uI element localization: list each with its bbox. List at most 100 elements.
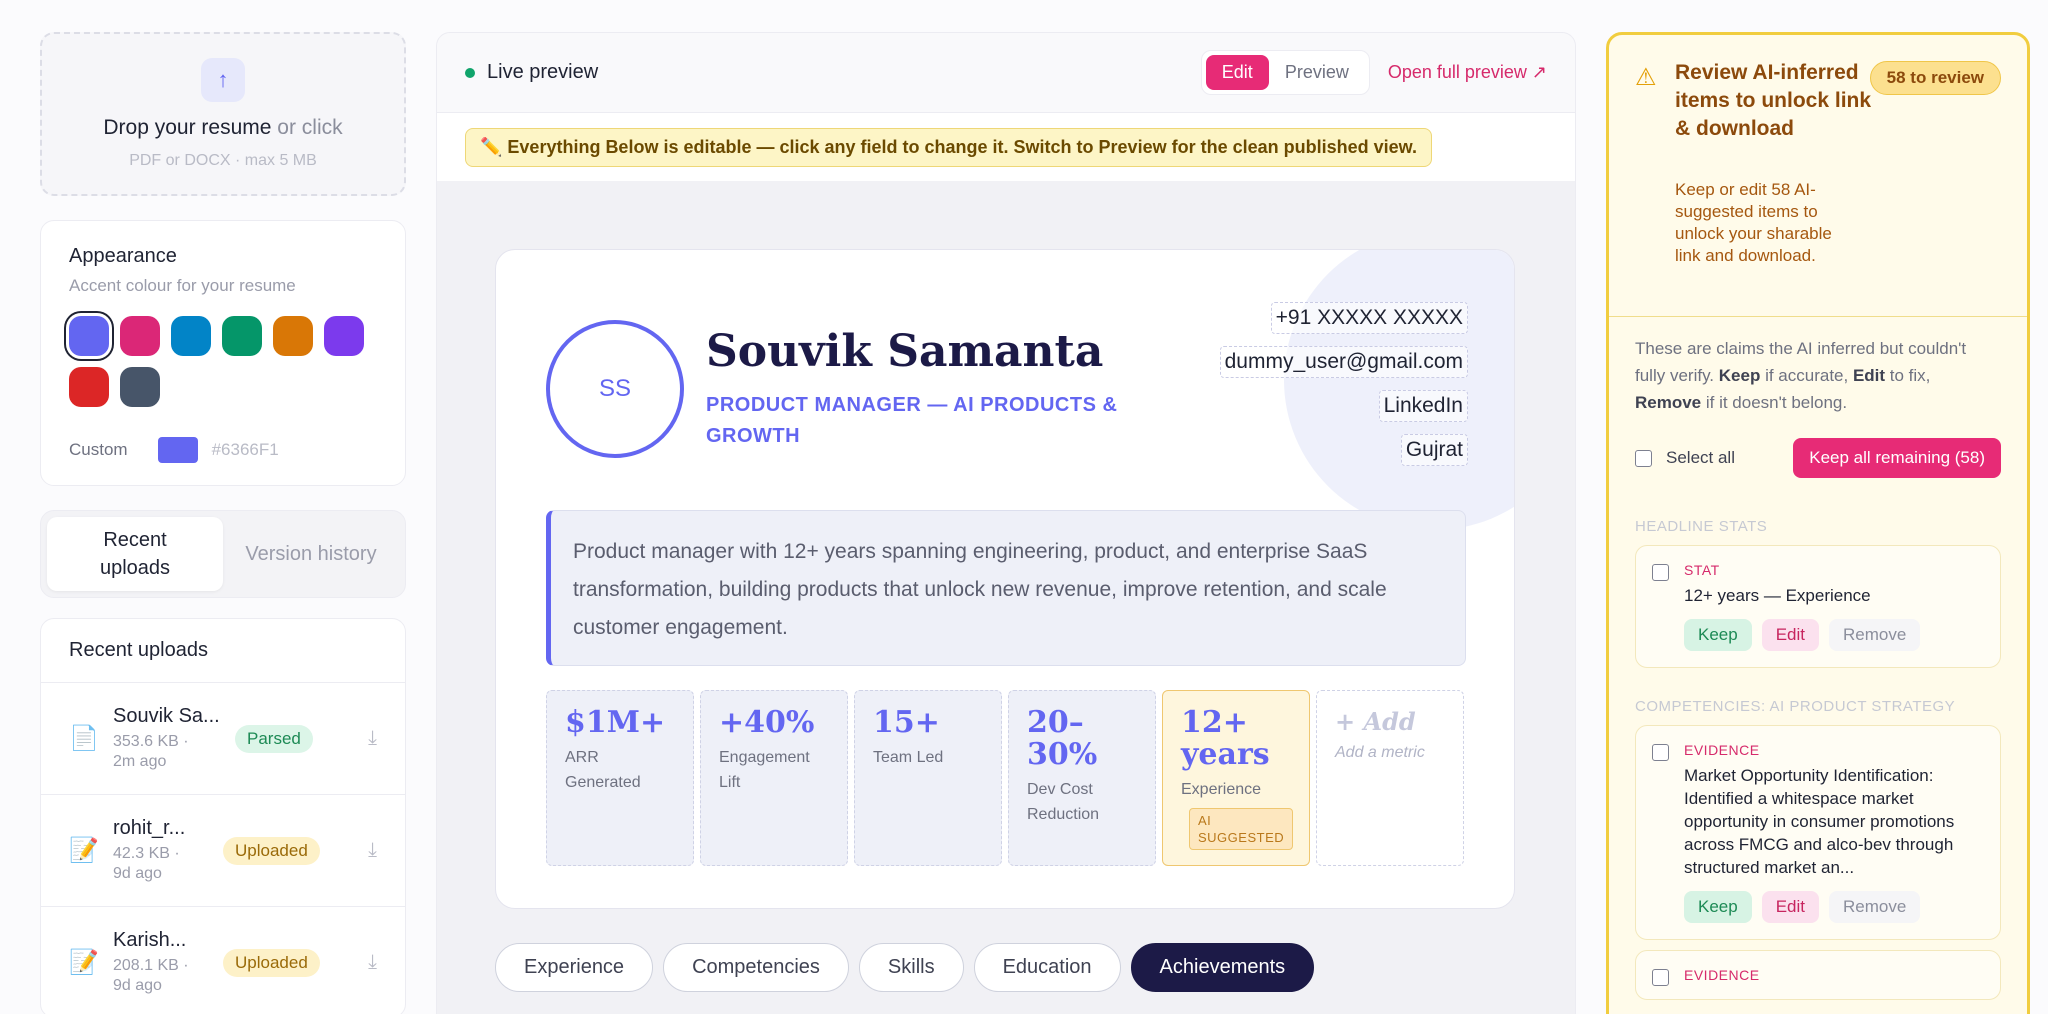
review-item-checkbox[interactable]	[1652, 969, 1669, 986]
resume-summary[interactable]: Product manager with 12+ years spanning …	[546, 510, 1466, 666]
file-icon: 📄	[69, 725, 99, 752]
tab-education[interactable]: Education	[973, 943, 1121, 992]
resume-dropzone[interactable]: ↑ Drop your resume or click PDF or DOCX …	[40, 32, 406, 196]
review-description: Keep or edit 58 AI-suggested items to un…	[1675, 180, 1832, 265]
color-swatch[interactable]	[222, 316, 262, 356]
edit-mode-button[interactable]: Edit	[1205, 55, 1269, 90]
review-item-kind: EVIDENCE	[1684, 967, 1760, 983]
metric-value: +40%	[719, 705, 815, 740]
avatar[interactable]: SS	[546, 320, 684, 458]
color-swatch[interactable]	[273, 316, 313, 356]
notice-bar: ✏️ Everything Below is editable — click …	[437, 113, 1575, 181]
metric-label: Dev Cost Reduction	[1027, 781, 1100, 823]
metric-label: Engagement Lift	[719, 749, 810, 791]
dropzone-title: Drop your resume or click	[103, 116, 343, 139]
contact-field[interactable]: Gujrat	[1400, 434, 1468, 466]
tab-competencies[interactable]: Competencies	[663, 943, 849, 992]
resume-card: SS Souvik Samanta PRODUCT MANAGER — AI P…	[495, 249, 1515, 909]
review-item-text[interactable]: Market Opportunity Identification: Ident…	[1684, 764, 1984, 879]
contact-field[interactable]: +91 XXXXX XXXXX	[1270, 302, 1468, 334]
add-metric-hint: Add a metric	[1335, 744, 1425, 761]
upload-size: 353.6 KB ·	[113, 733, 189, 750]
keep-button[interactable]: Keep	[1684, 619, 1752, 651]
section-tabs: Experience Competencies Skills Education Ach…	[495, 943, 1315, 992]
review-item-kind: STAT	[1684, 562, 1720, 578]
status-badge: Uploaded	[223, 948, 320, 977]
resume-headline[interactable]: PRODUCT MANAGER — AI PRODUCTS & GROWTH	[706, 390, 1146, 452]
mode-toggle: Edit Preview	[1200, 50, 1370, 95]
download-icon[interactable]: ⤓	[368, 839, 377, 862]
tab-recent-uploads[interactable]: Recent uploads	[47, 517, 223, 591]
select-all-checkbox[interactable]	[1635, 449, 1652, 467]
review-item-kind: EVIDENCE	[1684, 742, 1760, 758]
remove-button[interactable]: Remove	[1829, 891, 1921, 923]
preview-mode-button[interactable]: Preview	[1269, 55, 1365, 90]
accent-swatches	[69, 316, 377, 407]
color-swatch[interactable]	[120, 367, 160, 407]
upload-info: rohit_r... 42.3 KB · 9d ago	[113, 817, 223, 884]
contact-field[interactable]: dummy_user@gmail.com	[1219, 346, 1468, 378]
upload-info: Karish... 208.1 KB · 9d ago	[113, 929, 223, 996]
metric-value: 20–30%	[1027, 705, 1098, 772]
tab-achievements[interactable]: Achievements	[1130, 943, 1315, 992]
resume-name[interactable]: Souvik Samanta	[706, 326, 1103, 377]
review-group-label: HEADLINE STATS	[1635, 518, 1768, 535]
download-icon[interactable]: ⤓	[368, 951, 377, 974]
upload-row[interactable]: 📄 Souvik Sa... 353.6 KB · 2m ago Parsed ⤓	[41, 683, 405, 795]
contact-field[interactable]: LinkedIn	[1378, 390, 1468, 422]
color-swatch[interactable]	[69, 367, 109, 407]
warning-icon: ⚠	[1635, 64, 1657, 91]
edit-button[interactable]: Edit	[1761, 619, 1819, 651]
metric-card[interactable]: 12+ years Experience AI SUGGESTED	[1162, 690, 1310, 866]
preview-panel: Live preview Edit Preview Open full prev…	[436, 32, 1576, 1014]
custom-color-picker[interactable]	[157, 437, 198, 463]
upload-filename: Souvik Sa...	[113, 705, 220, 727]
status-badge: Parsed	[235, 724, 313, 753]
editable-notice: ✏️ Everything Below is editable — click …	[465, 127, 1432, 167]
review-item: EVIDENCE Market Opportunity Identificatio…	[1635, 725, 2001, 940]
remove-button[interactable]: Remove	[1829, 619, 1921, 651]
left-sidebar: ↑ Drop your resume or click PDF or DOCX …	[40, 32, 406, 1014]
live-preview-label: Live preview	[487, 61, 599, 83]
color-swatch[interactable]	[120, 316, 160, 356]
review-item-checkbox[interactable]	[1652, 744, 1669, 761]
upload-meta: 42.3 KB · 9d ago	[113, 844, 223, 884]
review-item-checkbox[interactable]	[1652, 564, 1669, 581]
color-swatch[interactable]	[324, 316, 364, 356]
select-all-label[interactable]: Select all	[1666, 448, 1735, 468]
upload-meta: 353.6 KB · 2m ago	[113, 732, 223, 772]
recent-uploads-panel: Recent uploads 📄 Souvik Sa... 353.6 KB · 2m…	[40, 618, 406, 1014]
upload-size: 42.3 KB ·	[113, 845, 180, 862]
color-swatch[interactable]	[171, 316, 211, 356]
upload-row[interactable]: 📝 rohit_r... 42.3 KB · 9d ago Uploaded ⤓	[41, 795, 405, 907]
tab-version-history[interactable]: Version history	[223, 517, 399, 591]
custom-color-value[interactable]: #6366F1	[212, 440, 279, 460]
edit-button[interactable]: Edit	[1761, 891, 1819, 923]
recent-uploads-title: Recent uploads	[41, 619, 405, 683]
metrics-row: $1M+ ARR Generated +40% Engagement Lift 15+ T…	[546, 690, 1464, 866]
color-swatch[interactable]	[69, 316, 109, 356]
live-status-dot	[465, 67, 475, 78]
keep-button[interactable]: Keep	[1684, 891, 1752, 923]
upload-row[interactable]: 📝 Karish... 208.1 KB · 9d ago Uploaded ⤓	[41, 907, 405, 1014]
add-metric-card[interactable]: + Add Add a metric	[1316, 690, 1464, 866]
metric-card[interactable]: +40% Engagement Lift	[700, 690, 848, 866]
download-icon[interactable]: ⤓	[368, 727, 377, 750]
metric-card[interactable]: 20–30% Dev Cost Reduction	[1008, 690, 1156, 866]
metric-card[interactable]: $1M+ ARR Generated	[546, 690, 694, 866]
upload-time: 2m ago	[113, 753, 167, 770]
ai-suggested-tag: AI SUGGESTED	[1189, 808, 1294, 850]
file-icon: 📝	[69, 837, 99, 864]
upload-filename: rohit_r...	[113, 817, 186, 839]
upload-time: 9d ago	[113, 977, 162, 994]
file-icon: 📝	[69, 949, 99, 976]
review-count-badge: 58 to review	[1869, 61, 2001, 95]
open-full-preview-link[interactable]: Open full preview ↗	[1388, 62, 1547, 83]
review-item-text[interactable]: 12+ years — Experience	[1684, 584, 1984, 607]
keep-all-button[interactable]: Keep all remaining (58)	[1793, 438, 2001, 478]
metric-value: $1M+	[565, 705, 666, 740]
tab-skills[interactable]: Skills	[858, 943, 964, 992]
appearance-subtitle: Accent colour for your resume	[69, 276, 296, 295]
metric-card[interactable]: 15+ Team Led	[854, 690, 1002, 866]
tab-experience[interactable]: Experience	[495, 943, 654, 992]
